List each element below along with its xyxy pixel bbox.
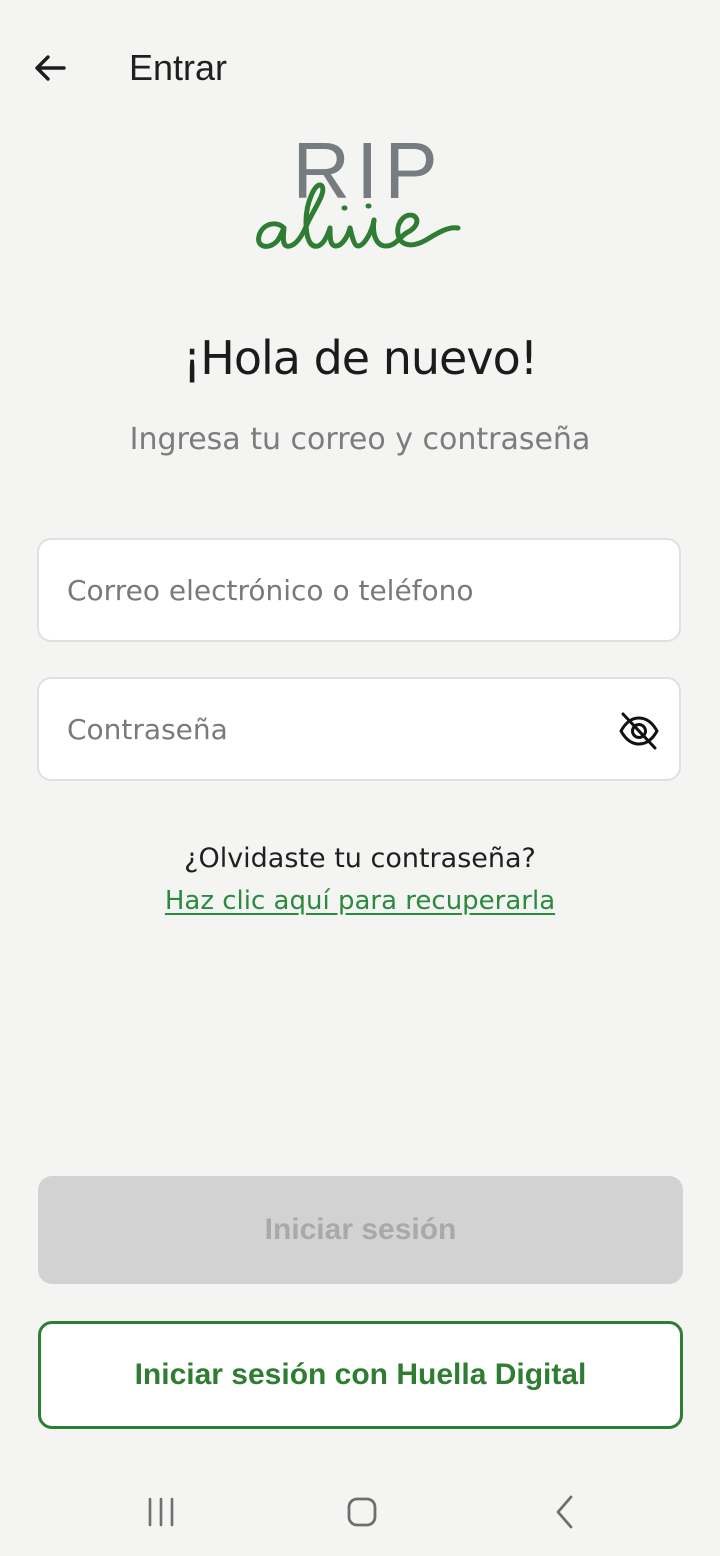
- forgot-password-text: ¿Olvidaste tu contraseña?: [184, 843, 536, 874]
- recents-icon: [148, 1497, 174, 1527]
- back-button[interactable]: [26, 44, 74, 92]
- app-header: Entrar: [0, 0, 720, 140]
- eye-off-icon: [619, 712, 659, 750]
- nav-home-button[interactable]: [332, 1488, 392, 1536]
- login-button-label: Iniciar sesión: [264, 1213, 457, 1246]
- fingerprint-login-button-label: Iniciar sesión con Huella Digital: [134, 1358, 587, 1391]
- login-button[interactable]: Iniciar sesión: [38, 1176, 683, 1284]
- password-visibility-toggle[interactable]: [617, 709, 661, 753]
- home-icon: [347, 1497, 377, 1527]
- system-navigation-bar: [0, 1470, 720, 1556]
- password-input[interactable]: [67, 679, 627, 779]
- greeting-title: ¡Hola de nuevo!: [182, 331, 538, 385]
- recover-password-link-row: Haz clic aquí para recuperarla: [0, 882, 720, 920]
- recover-password-link[interactable]: Haz clic aquí para recuperarla: [165, 886, 555, 916]
- rip-alive-logo: RIP: [250, 128, 470, 262]
- page-title: Entrar: [129, 47, 228, 88]
- nav-recents-button[interactable]: [131, 1488, 191, 1536]
- arrow-left-icon: [35, 55, 66, 81]
- password-field: [37, 677, 681, 781]
- email-field: [37, 538, 681, 642]
- fingerprint-login-button[interactable]: Iniciar sesión con Huella Digital: [38, 1321, 683, 1429]
- logo-alive-script: [256, 182, 461, 249]
- email-input[interactable]: [67, 540, 627, 640]
- greeting-subtitle: Ingresa tu correo y contraseña: [129, 422, 591, 457]
- nav-back-button[interactable]: [535, 1488, 595, 1536]
- chevron-left-icon: [556, 1495, 573, 1529]
